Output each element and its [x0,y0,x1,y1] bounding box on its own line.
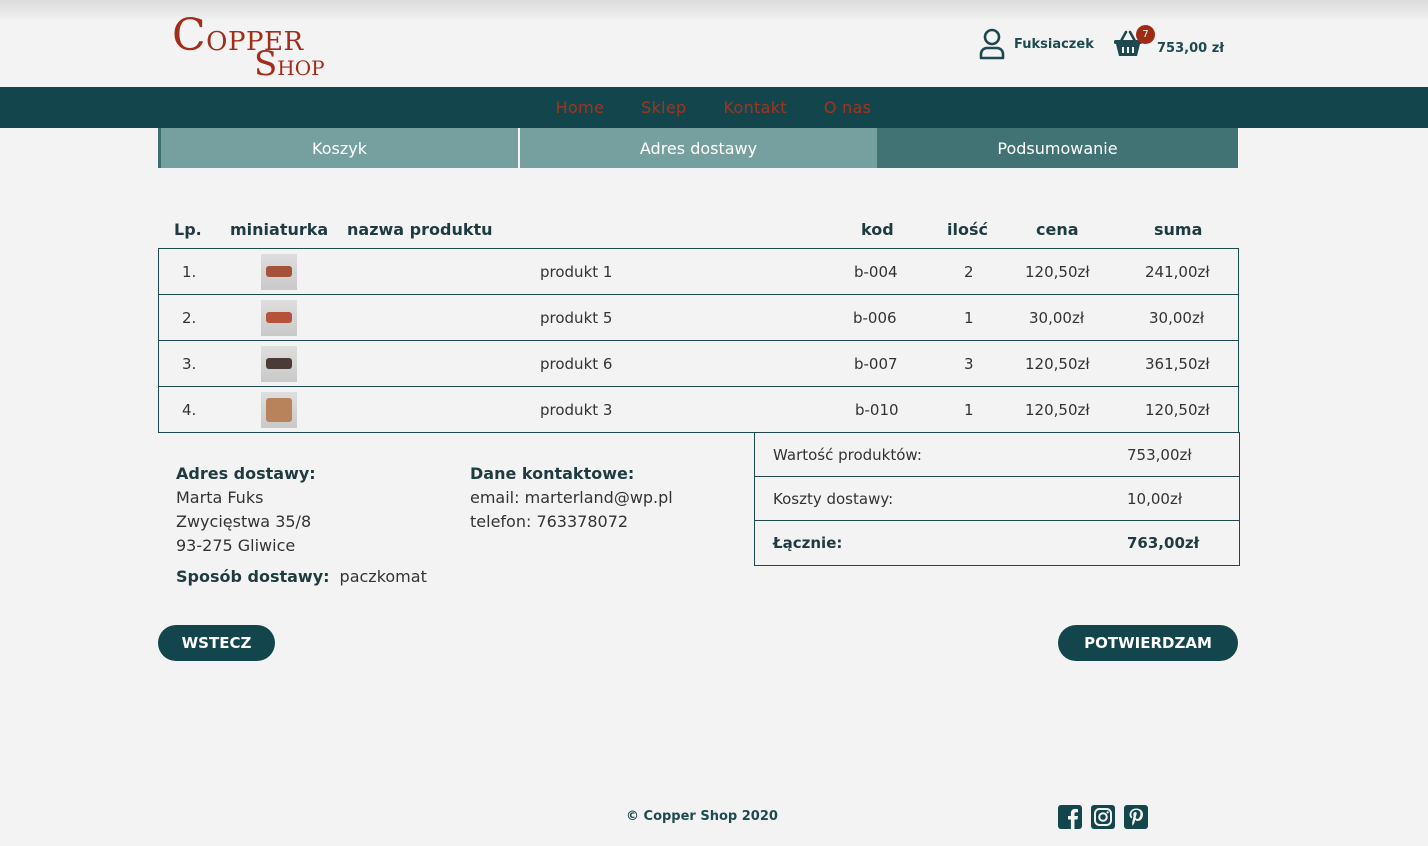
instagram-icon[interactable] [1091,805,1115,829]
contact-details: Dane kontaktowe: email: marterland@wp.pl… [470,462,673,534]
user-account-link[interactable]: Fuksiaczek [978,28,1094,60]
row-product-name: produkt 5 [540,309,613,327]
step-koszyk[interactable]: Koszyk [158,128,518,168]
checkout-steps: Koszyk Adres dostawy Podsumowanie [158,128,1238,168]
order-summary: Wartość produktów: 753,00zł Koszty dosta… [754,432,1240,566]
row-lp: 4. [182,401,197,419]
nav-item-sklep[interactable]: Sklep [641,98,687,117]
contact-email: email: marterland@wp.pl [470,488,673,507]
summary-delivery-label: Koszty dostawy: [773,490,894,508]
summary-products-row: Wartość produktów: 753,00zł [755,433,1239,477]
col-header-qty: ilość [947,220,988,239]
summary-delivery-row: Koszty dostawy: 10,00zł [755,477,1239,521]
row-lp: 2. [182,309,197,327]
row-product-name: produkt 3 [540,401,613,419]
nav-item-o-nas[interactable]: O nas [824,98,872,117]
summary-delivery-value: 10,00zł [1127,490,1183,508]
table-row: 4. produkt 3 b-010 1 120,50zł 120,50zł [159,387,1238,433]
product-thumbnail [261,300,297,336]
col-header-code: kod [861,220,894,239]
product-thumbnail [261,346,297,382]
row-sum: 30,00zł [1149,309,1205,327]
nav-item-home[interactable]: Home [556,98,605,117]
row-qty: 3 [964,355,974,373]
bracelet-image [266,398,292,422]
cart-count-badge: 7 [1136,25,1155,44]
summary-products-label: Wartość produktów: [773,446,922,464]
row-qty: 1 [964,309,974,327]
user-icon [979,28,1005,60]
product-thumbnail [261,254,297,290]
table-header: Lp. miniaturka nazwa produktu kod ilość … [158,220,1238,242]
col-header-sum: suma [1154,220,1203,239]
row-qty: 2 [964,263,974,281]
delivery-address-title: Adres dostawy: [176,464,316,483]
row-code: b-004 [854,263,898,281]
row-code: b-007 [854,355,898,373]
product-thumbnail [261,392,297,428]
row-lp: 3. [182,355,197,373]
shipping-method-title: Sposób dostawy: [176,567,330,586]
col-header-lp: Lp. [174,220,202,239]
row-product-name: produkt 6 [540,355,613,373]
table-row: 3. produkt 6 b-007 3 120,50zł 361,50zł [159,341,1238,387]
social-links [1058,805,1148,829]
row-qty: 1 [964,401,974,419]
row-sum: 241,00zł [1145,263,1210,281]
shipping-method-value: paczkomat [339,567,427,586]
username: Fuksiaczek [1014,36,1094,52]
cart-total: 753,00 zł [1157,40,1225,56]
back-button[interactable]: WSTECZ [158,625,275,661]
shipping-method: Sposób dostawy: paczkomat [176,567,427,586]
row-sum: 361,50zł [1145,355,1210,373]
summary-total-value: 763,00zł [1127,534,1200,552]
summary-products-value: 753,00zł [1127,446,1192,464]
main-nav: Home Sklep Kontakt O nas [0,87,1428,128]
address-name: Marta Fuks [176,488,264,507]
table-row: 2. produkt 5 b-006 1 30,00zł 30,00zł [159,295,1238,341]
row-price: 120,50zł [1025,263,1090,281]
pinterest-icon[interactable] [1124,805,1148,829]
row-price: 30,00zł [1029,309,1085,327]
delivery-address: Adres dostawy: Marta Fuks Zwycięstwa 35/… [176,462,316,558]
copyright: © Copper Shop 2020 [626,809,778,824]
col-header-price: cena [1036,220,1079,239]
order-table: 1. produkt 1 b-004 2 120,50zł 241,00zł 2… [158,248,1239,433]
table-row: 1. produkt 1 b-004 2 120,50zł 241,00zł [159,249,1238,295]
summary-total-label: Łącznie: [773,534,843,552]
contact-title: Dane kontaktowe: [470,464,635,483]
logo-word-shop: SHOP [254,44,325,84]
summary-total-row: Łącznie: 763,00zł [755,521,1239,565]
row-price: 120,50zł [1025,401,1090,419]
row-code: b-010 [855,401,899,419]
row-price: 120,50zł [1025,355,1090,373]
header: COPPER SHOP Fuksiaczek 7 753,00 zł [0,0,1428,87]
address-city: 93-275 Gliwice [176,536,296,555]
nav-item-kontakt[interactable]: Kontakt [724,98,788,117]
bracelet-image [266,312,292,323]
row-product-name: produkt 1 [540,263,613,281]
confirm-button[interactable]: POTWIERDZAM [1058,625,1238,661]
step-adres-dostawy[interactable]: Adres dostawy [518,128,877,168]
contact-phone: telefon: 763378072 [470,512,629,531]
col-header-name: nazwa produktu [347,220,493,239]
row-sum: 120,50zł [1145,401,1210,419]
bracelet-image [266,358,292,369]
cart-link[interactable]: 7 753,00 zł [1112,25,1225,62]
col-header-thumbnail: miniaturka [230,220,329,239]
address-street: Zwycięstwa 35/8 [176,512,312,531]
step-podsumowanie: Podsumowanie [877,128,1238,168]
basket-icon-wrapper: 7 [1112,25,1155,60]
facebook-icon[interactable] [1058,805,1082,829]
row-code: b-006 [853,309,897,327]
row-lp: 1. [182,263,197,281]
logo[interactable]: COPPER SHOP [170,8,330,84]
bracelet-image [266,266,292,277]
